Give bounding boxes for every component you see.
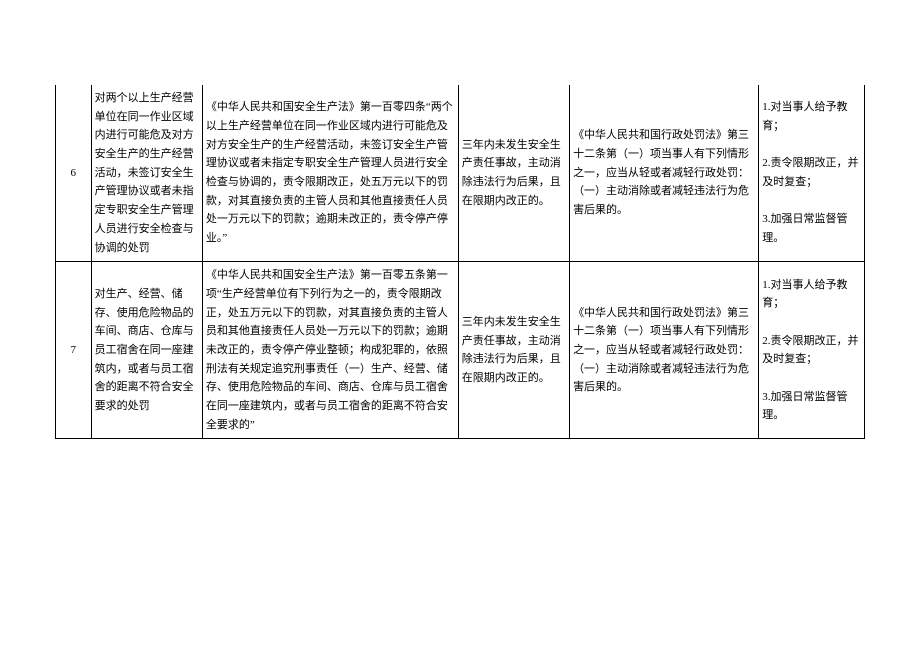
row-number: 6	[56, 85, 92, 262]
table-row: 6 对两个以上生产经营单位在同一作业区域内进行可能危及对方安全生产的生产经营活动…	[56, 85, 865, 262]
penalty-item: 对生产、经营、储存、使用危险物品的车间、商店、仓库与员工宿舍在同一座建筑内，或者…	[91, 262, 202, 439]
penalty-item: 对两个以上生产经营单位在同一作业区域内进行可能危及对方安全生产的生产经营活动，未…	[91, 85, 202, 262]
document-page: 6 对两个以上生产经营单位在同一作业区域内进行可能危及对方安全生产的生产经营活动…	[0, 0, 920, 489]
legal-basis: 《中华人民共和国安全生产法》第一百零四条“两个以上生产经营单位在同一作业区域内进…	[202, 85, 458, 262]
applicable-law: 《中华人民共和国行政处罚法》第三十二条第（一）项当事人有下列情形之一，应当从轻或…	[570, 85, 759, 262]
applicable-law: 《中华人民共和国行政处罚法》第三十二条第（一）项当事人有下列情形之一，应当从轻或…	[570, 262, 759, 439]
table-row: 7 对生产、经营、储存、使用危险物品的车间、商店、仓库与员工宿舍在同一座建筑内，…	[56, 262, 865, 439]
regulation-table: 6 对两个以上生产经营单位在同一作业区域内进行可能危及对方安全生产的生产经营活动…	[55, 85, 865, 439]
measures: 1.对当事人给予教育；2.责令限期改正，并及时复查；3.加强日常监督管理。	[759, 262, 865, 439]
row-number: 7	[56, 262, 92, 439]
legal-basis: 《中华人民共和国安全生产法》第一百零五条第一项“生产经营单位有下列行为之一的，责…	[202, 262, 458, 439]
measures: 1.对当事人给予教育；2.责令限期改正，并及时复查；3.加强日常监督管理。	[759, 85, 865, 262]
condition: 三年内未发生安全生产责任事故，主动消除违法行为后果，且在限期内改正的。	[458, 85, 569, 262]
condition: 三年内未发生安全生产责任事故，主动消除违法行为后果，且在限期内改正的。	[458, 262, 569, 439]
